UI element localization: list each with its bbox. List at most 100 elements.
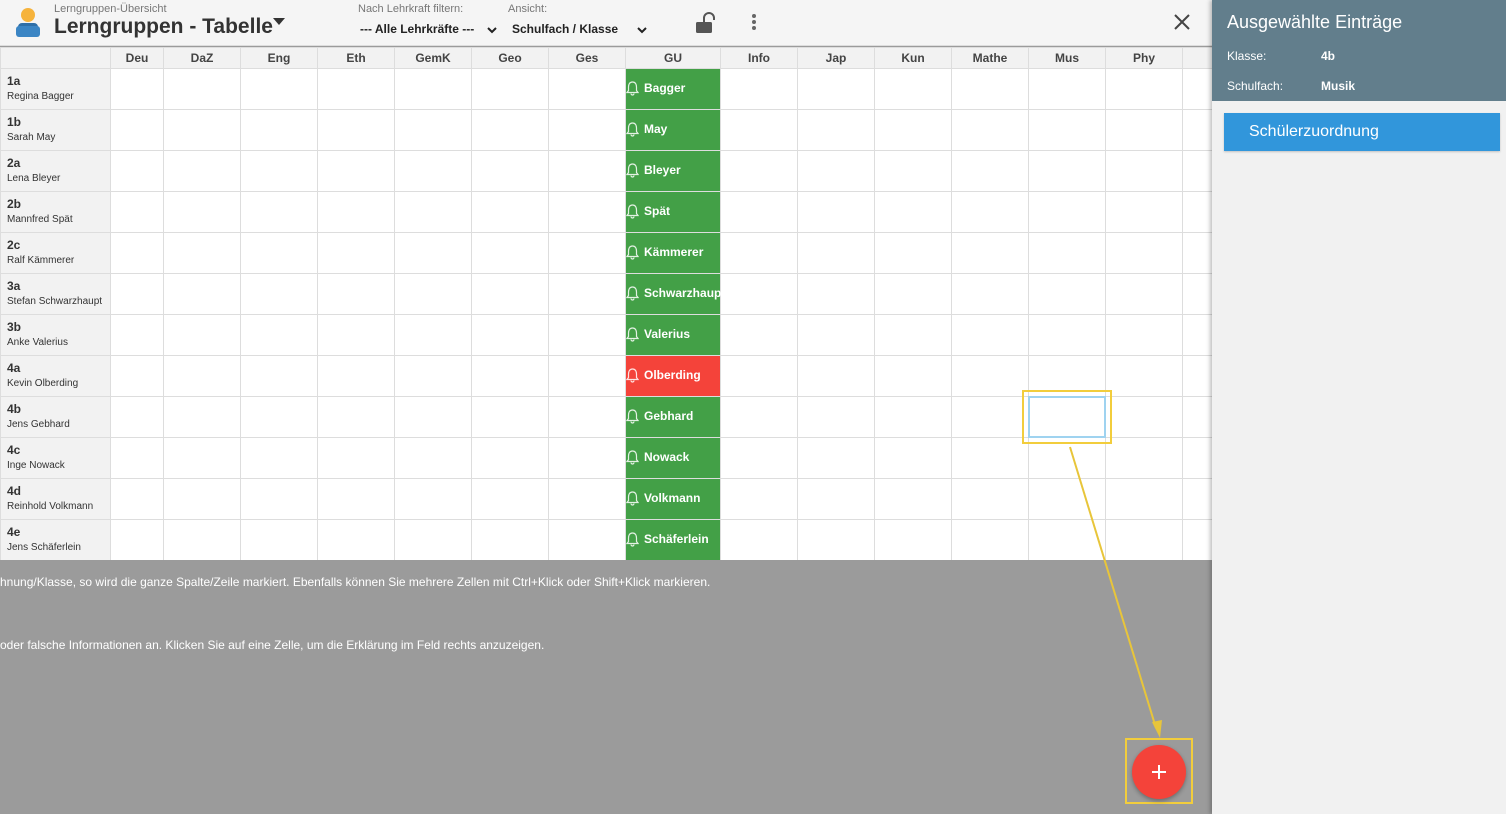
- table-cell[interactable]: [471, 273, 549, 315]
- table-cell[interactable]: [1182, 437, 1212, 479]
- table-cell[interactable]: [317, 355, 395, 397]
- table-cell[interactable]: [1182, 109, 1212, 151]
- table-cell[interactable]: [163, 396, 241, 438]
- table-cell[interactable]: [317, 519, 395, 560]
- column-header-info[interactable]: Info: [720, 47, 798, 69]
- table-cell[interactable]: [951, 396, 1029, 438]
- gu-cell[interactable]: Nowack: [625, 437, 721, 479]
- column-header-gemk[interactable]: GemK: [394, 47, 472, 69]
- gu-cell[interactable]: Volkmann: [625, 478, 721, 520]
- table-cell[interactable]: [394, 68, 472, 110]
- table-cell[interactable]: [394, 478, 472, 520]
- more-vertical-icon[interactable]: [750, 12, 758, 32]
- column-header-geo[interactable]: Geo: [471, 47, 549, 69]
- view-select[interactable]: Schulfach / Klasse: [512, 22, 650, 40]
- table-cell[interactable]: [394, 314, 472, 356]
- row-header-4d[interactable]: 4d Reinhold Volkmann: [0, 478, 111, 520]
- table-cell[interactable]: [471, 314, 549, 356]
- table-cell[interactable]: [1028, 109, 1106, 151]
- table-cell[interactable]: [394, 396, 472, 438]
- table-cell[interactable]: [1105, 150, 1183, 192]
- table-cell[interactable]: [240, 68, 318, 110]
- column-header-eng[interactable]: Eng: [240, 47, 318, 69]
- table-cell[interactable]: [797, 109, 875, 151]
- table-cell[interactable]: [1028, 68, 1106, 110]
- table-cell[interactable]: [163, 355, 241, 397]
- column-header-extra[interactable]: [1182, 47, 1212, 69]
- table-cell[interactable]: [394, 191, 472, 233]
- table-cell[interactable]: [874, 273, 952, 315]
- table-cell[interactable]: [951, 232, 1029, 274]
- table-cell[interactable]: [110, 273, 164, 315]
- table-cell[interactable]: [951, 191, 1029, 233]
- row-header-4c[interactable]: 4c Inge Nowack: [0, 437, 111, 479]
- table-cell[interactable]: [797, 396, 875, 438]
- table-cell[interactable]: [1105, 314, 1183, 356]
- column-header-gu[interactable]: GU: [625, 47, 721, 69]
- table-cell[interactable]: [797, 314, 875, 356]
- highlighted-selected-cell[interactable]: [1022, 390, 1112, 444]
- table-cell[interactable]: [720, 396, 798, 438]
- table-cell[interactable]: [548, 437, 626, 479]
- table-cell[interactable]: [797, 232, 875, 274]
- unlock-icon[interactable]: [694, 12, 718, 34]
- gu-cell[interactable]: Kämmerer: [625, 232, 721, 274]
- table-cell[interactable]: [797, 273, 875, 315]
- table-cell[interactable]: [951, 314, 1029, 356]
- gu-cell[interactable]: Schwarzhaupt: [625, 273, 725, 315]
- table-cell[interactable]: [951, 150, 1029, 192]
- table-cell[interactable]: [317, 273, 395, 315]
- gu-cell[interactable]: Spät: [625, 191, 721, 233]
- column-header-eth[interactable]: Eth: [317, 47, 395, 69]
- column-header-jap[interactable]: Jap: [797, 47, 875, 69]
- column-header-mathe[interactable]: Mathe: [951, 47, 1029, 69]
- table-cell[interactable]: [163, 191, 241, 233]
- table-cell[interactable]: [1105, 68, 1183, 110]
- table-cell[interactable]: [110, 191, 164, 233]
- table-cell[interactable]: [548, 109, 626, 151]
- table-cell[interactable]: [317, 109, 395, 151]
- table-cell[interactable]: [110, 314, 164, 356]
- table-cell[interactable]: [797, 437, 875, 479]
- table-cell[interactable]: [797, 150, 875, 192]
- table-cell[interactable]: [163, 273, 241, 315]
- column-header-phy[interactable]: Phy: [1105, 47, 1183, 69]
- table-cell[interactable]: [951, 68, 1029, 110]
- table-cell[interactable]: [394, 355, 472, 397]
- table-cell[interactable]: [720, 519, 798, 560]
- table-cell[interactable]: [1105, 191, 1183, 233]
- table-cell[interactable]: [548, 68, 626, 110]
- table-cell[interactable]: [471, 396, 549, 438]
- table-cell[interactable]: [1028, 273, 1106, 315]
- table-cell[interactable]: [951, 437, 1029, 479]
- gu-cell[interactable]: Gebhard: [625, 396, 721, 438]
- table-cell[interactable]: [1028, 150, 1106, 192]
- table-cell[interactable]: [110, 68, 164, 110]
- table-cell[interactable]: [1105, 355, 1183, 397]
- gu-cell[interactable]: Schäferlein: [625, 519, 721, 560]
- table-cell[interactable]: [394, 150, 472, 192]
- row-header-2b[interactable]: 2b Mannfred Spät: [0, 191, 111, 233]
- table-cell[interactable]: [471, 150, 549, 192]
- table-cell[interactable]: [1028, 314, 1106, 356]
- table-cell[interactable]: [317, 396, 395, 438]
- column-header-deu[interactable]: Deu: [110, 47, 164, 69]
- table-cell[interactable]: [1028, 232, 1106, 274]
- table-cell[interactable]: [240, 273, 318, 315]
- gu-cell[interactable]: Bleyer: [625, 150, 721, 192]
- table-cell[interactable]: [394, 437, 472, 479]
- table-cell[interactable]: [163, 519, 241, 560]
- table-cell[interactable]: [1182, 355, 1212, 397]
- student-assignment-button[interactable]: Schülerzuordnung: [1224, 113, 1500, 151]
- table-cell[interactable]: [874, 68, 952, 110]
- table-cell[interactable]: [1182, 519, 1212, 560]
- table-cell[interactable]: [874, 396, 952, 438]
- table-cell[interactable]: [1182, 314, 1212, 356]
- add-fab-button[interactable]: [1132, 745, 1186, 799]
- table-cell[interactable]: [394, 109, 472, 151]
- table-cell[interactable]: [1182, 150, 1212, 192]
- table-cell[interactable]: [394, 519, 472, 560]
- table-cell[interactable]: [471, 109, 549, 151]
- table-cell[interactable]: [548, 232, 626, 274]
- table-cell[interactable]: [548, 273, 626, 315]
